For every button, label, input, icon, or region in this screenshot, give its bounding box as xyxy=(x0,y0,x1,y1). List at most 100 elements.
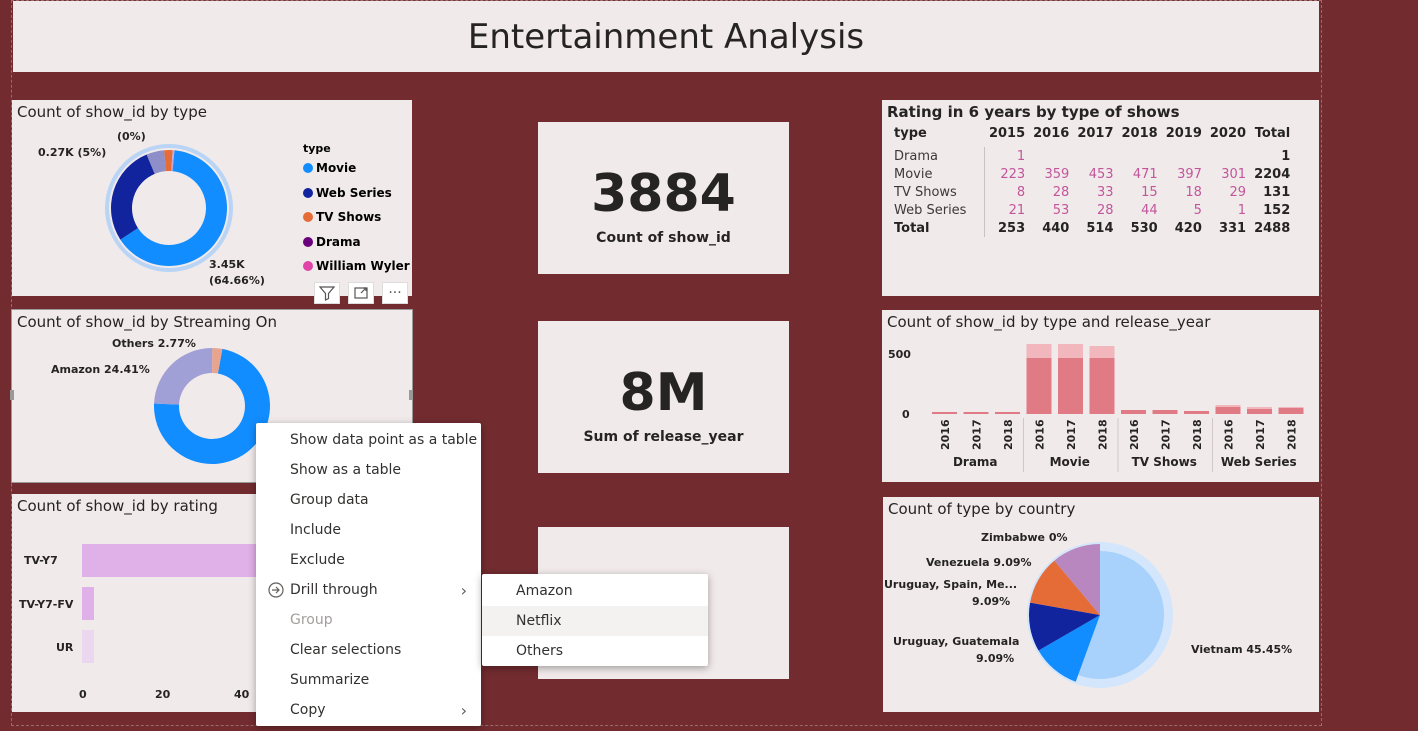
menu-clear-selections[interactable]: Clear selections xyxy=(256,635,481,665)
column-top-segment[interactable] xyxy=(1215,405,1241,407)
matrix-cell: 397 xyxy=(1177,166,1202,182)
matrix-header-2017: 2017 xyxy=(1077,126,1114,141)
matrix-cell xyxy=(1118,147,1162,165)
sum-card[interactable]: 8M Sum of release_year xyxy=(538,321,789,473)
matrix-cell: 5 xyxy=(1193,202,1202,218)
stacked-column-chart[interactable]: 2016 2017 2018Drama2016 2017 2018Movie2016 20… xyxy=(882,310,1319,482)
column-tv-shows-2017[interactable] xyxy=(1152,410,1178,414)
matrix-cell: 33 xyxy=(1096,184,1114,200)
more-options-icon[interactable]: ··· xyxy=(382,282,408,304)
column-movie-2016[interactable] xyxy=(1026,358,1052,414)
matrix-cell: 1 xyxy=(1281,148,1291,164)
slice-web-series[interactable] xyxy=(111,154,155,240)
column-web-series-2017[interactable] xyxy=(1247,409,1272,414)
matrix-cell: 53 xyxy=(1052,202,1070,218)
label-zero: (0%) xyxy=(117,130,146,143)
bar-tv-y7[interactable] xyxy=(82,544,272,577)
legend-item-william-wyler[interactable]: William Wyler xyxy=(303,259,410,273)
category-tv-y7-fv: TV-Y7-FV xyxy=(19,598,74,611)
country-pie-visual[interactable]: Count of type by country Zimbabwe 0% Ven… xyxy=(883,497,1319,712)
matrix-cell: Drama xyxy=(890,147,986,165)
filter-icon[interactable] xyxy=(314,282,340,304)
bar-ur[interactable] xyxy=(82,630,94,663)
menu-include[interactable]: Include xyxy=(256,515,481,545)
label-web-series: 0.27K (5%) xyxy=(38,146,107,159)
type-year-column-visual[interactable]: Count of show_id by type and release_yea… xyxy=(882,310,1319,482)
legend-dot xyxy=(303,212,313,222)
legend-item-drama[interactable]: Drama xyxy=(303,235,361,249)
matrix-cell xyxy=(1162,147,1206,165)
menu-show-as-table[interactable]: Show as a table xyxy=(256,455,481,485)
matrix-cell: 471 xyxy=(1132,166,1158,182)
matrix-row: Web Series 21 53 28 44 5 1 152 xyxy=(890,201,1294,219)
menu-group-data[interactable]: Group data xyxy=(256,485,481,515)
legend-item-tv-shows[interactable]: TV Shows xyxy=(303,210,381,224)
column-web-series-2016[interactable] xyxy=(1215,407,1241,414)
column-tv-shows-2016[interactable] xyxy=(1121,410,1146,414)
menu-drill-through[interactable]: Drill through › xyxy=(256,575,481,605)
label-amazon: Amazon 24.41% xyxy=(51,363,150,376)
matrix-cell: 301 xyxy=(1221,166,1247,182)
label-vietnam: Vietnam 45.45% xyxy=(1191,643,1293,656)
resize-handle-left[interactable] xyxy=(10,390,14,400)
matrix-header-type[interactable]: type xyxy=(890,126,985,147)
x-tick-year: 2016 xyxy=(1034,419,1047,450)
x-group-label: Drama xyxy=(953,455,998,469)
matrix-header-2016: 2016 xyxy=(1033,126,1070,141)
matrix-cell: 15 xyxy=(1141,184,1158,200)
rating-matrix: type 2015 2016 2017 2018 2019 2020 Total Drama 1… xyxy=(890,126,1294,237)
column-top-segment[interactable] xyxy=(1026,344,1052,358)
bar-tv-y7-fv[interactable] xyxy=(82,587,94,620)
submenu-amazon[interactable]: Amazon xyxy=(482,576,708,606)
focus-mode-icon[interactable] xyxy=(348,282,374,304)
column-web-series-2018[interactable] xyxy=(1278,408,1304,414)
matrix-cell: 440 xyxy=(1042,220,1070,236)
chevron-right-icon: › xyxy=(460,580,467,600)
column-drama-2017[interactable] xyxy=(963,412,989,414)
matrix-header-2019: 2019 xyxy=(1165,126,1202,141)
x-tick-year: 2018 xyxy=(1286,419,1299,450)
column-movie-2017[interactable] xyxy=(1058,358,1083,414)
x-tick-year: 2016 xyxy=(1223,419,1236,450)
column-movie-2018[interactable] xyxy=(1089,358,1115,414)
submenu-netflix[interactable]: Netflix xyxy=(482,606,708,636)
column-top-segment[interactable] xyxy=(1278,407,1304,408)
submenu-others[interactable]: Others xyxy=(482,636,708,666)
column-tv-shows-2018[interactable] xyxy=(1184,411,1209,414)
x-tick-0: 0 xyxy=(79,688,87,701)
x-tick-year: 2018 xyxy=(1191,419,1204,450)
rating-matrix-visual[interactable]: Rating in 6 years by type of shows type 2… xyxy=(882,100,1319,296)
column-top-segment[interactable] xyxy=(1247,407,1272,409)
type-donut-visual[interactable]: Count of show_id by type (0%) 0.27K (5%)… xyxy=(12,100,412,296)
menu-show-data-point-table[interactable]: Show data point as a table xyxy=(256,425,481,455)
matrix-cell: 28 xyxy=(1096,202,1114,218)
country-pie-chart[interactable] xyxy=(883,497,1319,712)
slice-amazon[interactable] xyxy=(154,348,213,405)
count-card[interactable]: 3884 Count of show_id xyxy=(538,122,789,274)
legend-item-movie[interactable]: Movie xyxy=(303,161,356,175)
column-top-segment[interactable] xyxy=(1089,346,1115,358)
legend-dot xyxy=(303,261,313,271)
matrix-cell: 331 xyxy=(1218,220,1247,236)
column-drama-2016[interactable] xyxy=(932,412,957,414)
label-venezuela: Venezuela 9.09% xyxy=(926,556,1032,569)
column-top-segment[interactable] xyxy=(1058,344,1083,358)
menu-summarize[interactable]: Summarize xyxy=(256,665,481,695)
menu-exclude[interactable]: Exclude xyxy=(256,545,481,575)
legend-dot xyxy=(303,236,313,247)
matrix-cell xyxy=(1206,147,1250,165)
menu-copy[interactable]: Copy › xyxy=(256,695,481,725)
rating-bar-title: Count of show_id by rating xyxy=(17,497,218,515)
matrix-cell xyxy=(1073,147,1117,165)
legend-item-web-series[interactable]: Web Series xyxy=(303,186,392,200)
label-uruguay-guatemala: Uruguay, Guatemala xyxy=(893,635,1020,648)
resize-handle-right[interactable] xyxy=(409,390,413,400)
matrix-cell: 29 xyxy=(1229,184,1247,200)
count-card-value: 3884 xyxy=(591,164,736,224)
x-tick-year: 2018 xyxy=(1002,419,1015,450)
x-tick-year: 2018 xyxy=(1097,419,1110,450)
matrix-row: Drama 1 1 xyxy=(890,147,1294,165)
matrix-cell: 530 xyxy=(1130,220,1158,236)
column-drama-2018[interactable] xyxy=(995,412,1020,414)
label-zimbabwe: Zimbabwe 0% xyxy=(981,531,1068,544)
